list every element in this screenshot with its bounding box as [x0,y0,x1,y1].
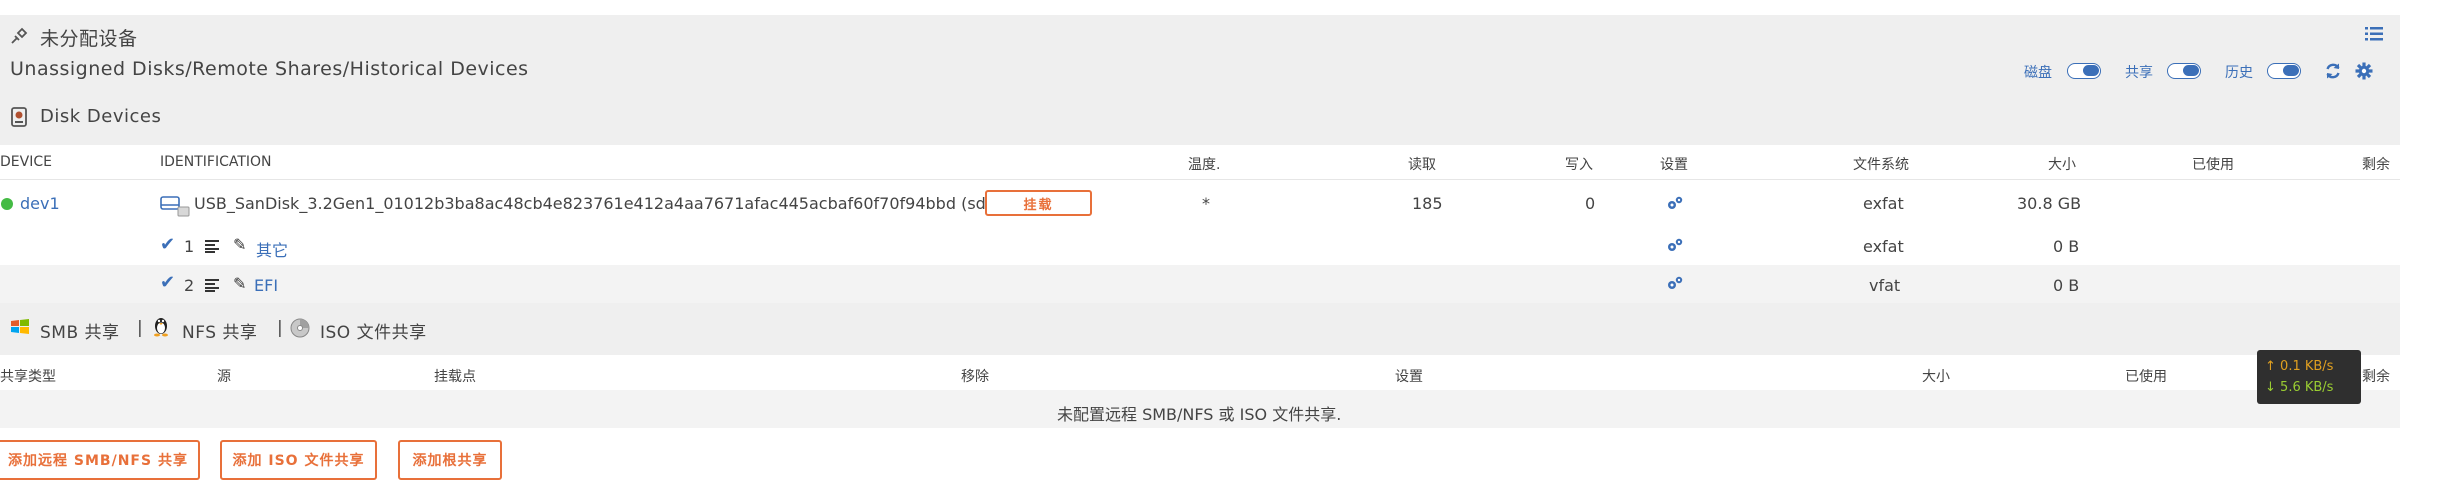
partition-settings-icon[interactable] [1666,237,1684,253]
device-filesystem: exfat [1863,194,1904,213]
edit-icon[interactable]: ✎ [233,274,246,293]
partition-size: 0 B [2053,237,2080,256]
col-share-settings: 设置 [1395,369,1423,385]
toggle-label-disks: 磁盘 [2024,65,2052,81]
network-speed-widget: ↑ 0.1 KB/s ↓ 5.6 KB/s [2257,350,2361,404]
upload-speed: ↑ 0.1 KB/s [2265,359,2334,374]
share-table-header [0,355,2400,390]
check-icon: ✔ [160,234,176,255]
shares-toggle[interactable] [2167,63,2201,79]
page-title: 未分配设备 [40,28,138,50]
disc-icon [290,318,310,338]
col-free: 剩余 [2362,157,2390,173]
device-identification: USB_SanDisk_3.2Gen1_01012b3ba8ac48cb4e82… [194,194,1002,213]
hard-drive-icon [11,107,27,127]
partition-number: 1 [184,237,195,256]
col-identification: IDENTIFICATION [160,154,272,170]
partition-size: 0 B [2053,276,2080,295]
partition-filesystem: vfat [1869,276,1901,295]
windows-logo-icon [11,319,29,334]
page-subtitle: Unassigned Disks/Remote Shares/Historica… [10,58,529,80]
arrow-down-icon: ↓ [2265,380,2276,395]
list-icon[interactable] [2365,26,2383,42]
partition-settings-icon[interactable] [1666,275,1684,291]
col-share-size: 大小 [1922,369,1950,385]
partition-filesystem: exfat [1863,237,1904,256]
linux-tux-icon [154,318,168,337]
col-mount-point: 挂载点 [434,369,476,385]
device-temp: * [1202,194,1210,213]
device-link[interactable]: dev1 [20,194,60,213]
status-dot-online-icon [1,198,13,210]
download-speed: ↓ 5.6 KB/s [2265,380,2334,395]
arrow-up-icon: ↑ [2265,359,2276,374]
align-left-icon[interactable] [205,240,221,253]
align-left-icon[interactable] [205,279,221,292]
add-remote-smb-nfs-share-button[interactable]: 添加远程 SMB/NFS 共享 [0,440,200,480]
nfs-share-label: NFS 共享 [182,323,258,343]
separator: | [137,318,144,338]
partition-row-2 [0,265,2400,303]
iso-share-label: ISO 文件共享 [320,323,427,343]
empty-shares-message: 未配置远程 SMB/NFS 或 ISO 文件共享. [1057,405,1342,424]
disk-section-header [0,95,2400,145]
refresh-icon[interactable] [2324,62,2342,80]
add-iso-share-button[interactable]: 添加 ISO 文件共享 [220,440,377,480]
col-reads: 读取 [1408,157,1436,173]
col-writes: 写入 [1565,157,1593,173]
device-reads: 185 [1412,194,1443,213]
toggle-label-shares: 共享 [2125,65,2153,81]
header-band [0,15,2400,95]
smb-share-label: SMB 共享 [40,323,120,343]
col-share-free: 剩余 [2362,369,2390,385]
add-root-share-button[interactable]: 添加根共享 [398,440,502,480]
col-settings: 设置 [1660,157,1688,173]
toggle-label-history: 历史 [2225,65,2253,81]
col-share-type: 共享类型 [0,369,56,385]
usb-plug-icon [11,27,28,44]
check-icon: ✔ [160,272,176,293]
partition-row-1 [0,227,2400,265]
col-device: DEVICE [0,154,52,170]
separator: | [277,318,284,338]
device-size: 30.8 GB [2017,194,2082,213]
edit-icon[interactable]: ✎ [233,235,246,254]
device-writes: 0 [1585,194,1596,213]
device-settings-icon[interactable] [1666,195,1684,211]
drive-eject-icon[interactable] [160,195,192,217]
partition-number: 2 [184,276,195,295]
col-remove: 移除 [961,369,989,385]
disks-toggle[interactable] [2067,63,2101,79]
mount-button[interactable]: 挂载 [985,190,1092,216]
gear-icon[interactable] [2355,62,2373,80]
disk-section-title: Disk Devices [40,106,162,127]
history-toggle[interactable] [2267,63,2301,79]
col-filesystem: 文件系统 [1853,157,1909,173]
col-size: 大小 [2048,157,2076,173]
partition-label-link[interactable]: 其它 [256,237,288,261]
col-source: 源 [217,369,231,385]
col-temp: 温度. [1188,157,1221,173]
col-share-used: 已使用 [2125,369,2167,385]
partition-label-link[interactable]: EFI [254,276,278,295]
col-used: 已使用 [2192,157,2234,173]
